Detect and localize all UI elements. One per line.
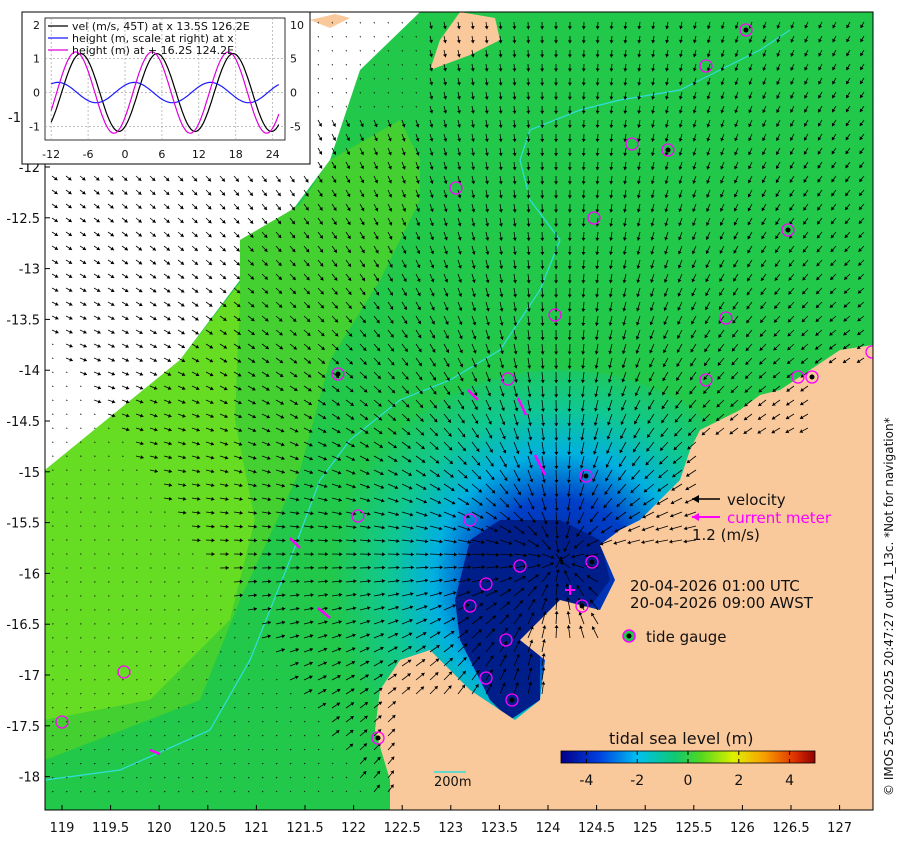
y-tick-label: -13 [19,263,40,278]
x-tick-label: 124.5 [578,821,615,836]
x-tick-label: 120 [147,821,172,836]
time-utc: 20-04-2026 01:00 UTC [630,577,800,595]
inset-y-right-tick: 10 [290,19,304,32]
y-tick-label: -14.5 [6,415,40,430]
y-tick-label: -18 [19,771,40,786]
inset-legend: vel (m/s, 45T) at x 13.5S 126.2E height … [48,20,250,57]
inset-x-tick: 0 [122,148,129,161]
time-awst: 20-04-2026 09:00 AWST [630,594,814,612]
inset-y-right-tick: -5 [290,120,301,133]
colorbar-tick: 0 [684,773,693,789]
x-tick-label: 119.5 [92,821,129,836]
inset-x-tick: -12 [42,148,60,161]
legend-tide-gauge: tide gauge [646,628,727,646]
inset-y-left-tick: 2 [33,19,40,32]
x-tick-label: 126.5 [772,821,809,836]
y-tick-label: -16.5 [6,618,40,633]
colorbar-tick: 4 [785,773,794,789]
x-tick-label: 121.5 [286,821,323,836]
tide-gauge-dot-icon [626,633,632,639]
x-tick-label: 119 [50,821,75,836]
y-tick-label: -13.5 [6,313,40,328]
y-tick-label: -17.5 [6,720,40,735]
y-tick-label: -15 [19,466,40,481]
y-axis: -12-12.5-13-13.5-14-14.5-15-15.5-16-16.5… [6,161,50,786]
colorbar-tick: 2 [734,773,743,789]
x-tick-label: 125 [633,821,658,836]
inset-y-left-tick: 0 [33,87,40,100]
y-tick-label: -17 [19,669,40,684]
x-tick-label: 124 [536,821,561,836]
y-tick-label: -12.5 [6,212,40,227]
x-tick-label: 122 [341,821,366,836]
y-tick-label: -14 [19,364,40,379]
inset-panel: -12 -6 0 6 12 18 24 210-1 1050-5 vel (m/s, 45T… [21,11,311,165]
inset-x-tick: -6 [83,148,94,161]
y-tick-label: -16 [19,567,40,582]
inset-x-tick: 12 [192,148,206,161]
inset-y-left-tick: -1 [29,120,40,133]
y-tick-label: -15.5 [6,517,40,532]
inset-y-right-tick: 5 [290,53,297,66]
credit-text: © IMOS 25-Oct-2025 20:47:27 out71_13c. *… [882,417,896,796]
x-tick-label: 127 [827,821,852,836]
inset-y-right-tick: 0 [290,87,297,100]
legend-current-meter-label: current meter [727,509,832,527]
contour-label: 200m [434,775,471,790]
x-tick-label: 120.5 [189,821,226,836]
colorbar-tick: -4 [579,773,593,789]
legend-velocity-label: velocity [727,491,786,509]
inset-y-left-tick: 1 [33,53,40,66]
inset-x-tick: 24 [266,148,280,161]
x-tick-label: 125.5 [675,821,712,836]
inset-x-tick: 18 [229,148,243,161]
tidal-map: 119 119.5 120 120.5 121 121.5 122 122.5 123 123.5… [6,11,896,836]
contour-legend: 200m [434,771,471,790]
legend-scale: 1.2 (m/s) [692,526,760,544]
x-tick-label: 121 [244,821,269,836]
x-tick-label: 123 [438,821,463,836]
legend-height-plus: height (m) at + 16.2S 124.2E [72,44,234,57]
x-tick-label: 126 [730,821,755,836]
x-tick-label: 122.5 [384,821,421,836]
colorbar-title: tidal sea level (m) [609,729,753,748]
colorbar-tick: -2 [630,773,644,789]
x-tick-label: 123.5 [481,821,518,836]
inset-x-tick: 6 [158,148,165,161]
